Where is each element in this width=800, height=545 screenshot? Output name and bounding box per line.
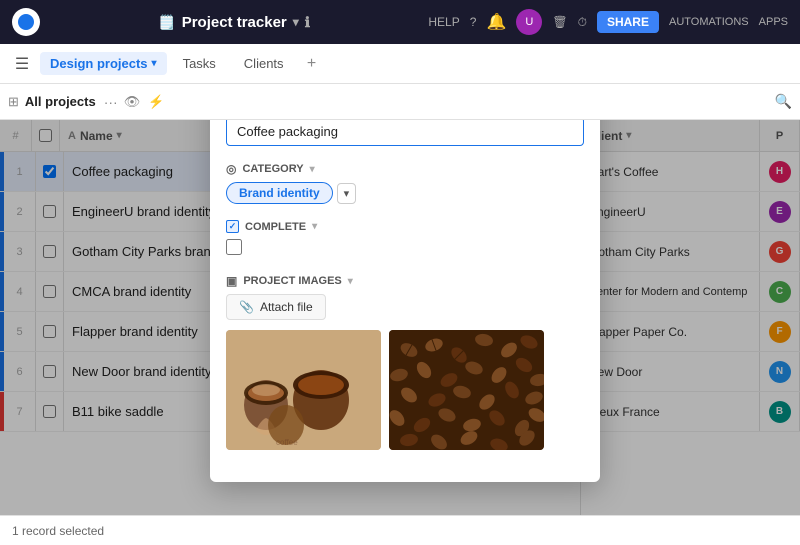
project-images-section: ▣ PROJECT IMAGES ▾ 📎 Attach file <box>226 274 584 450</box>
second-bar: ☰ Design projects ▾ Tasks Clients + <box>0 44 800 84</box>
clock-icon[interactable]: ⏱ <box>578 15 587 30</box>
app-title: Project tracker <box>182 14 287 31</box>
attach-file-button[interactable]: 📎 Attach file <box>226 294 326 320</box>
top-bar-right: HELP ? 🔔 U 🗑 ⏱ SHARE AUTOMATIONS APPS <box>428 9 788 35</box>
coffee-beans-image <box>389 330 544 450</box>
project-images-icon: ▣ <box>226 274 237 288</box>
title-dropdown-icon[interactable]: ▾ <box>293 15 299 29</box>
tab-tasks[interactable]: Tasks <box>171 50 228 77</box>
complete-field-icon: ✓ <box>226 220 239 233</box>
workspace-dropdown-icon: ▾ <box>152 58 157 69</box>
attach-icon: 📎 <box>239 300 254 314</box>
complete-field-section: ✓ COMPLETE ▾ <box>226 220 584 258</box>
project-images-label: ▣ PROJECT IMAGES ▾ <box>226 274 584 288</box>
project-image-1[interactable]: coffee <box>226 330 381 450</box>
user-avatar[interactable]: U <box>516 9 542 35</box>
hamburger-button[interactable]: ☰ <box>8 50 36 78</box>
name-input[interactable] <box>226 120 584 146</box>
tab-clients[interactable]: Clients <box>232 50 296 77</box>
grid-view-icon: ⊞ <box>8 94 19 110</box>
complete-field-label: ✓ COMPLETE ▾ <box>226 220 584 233</box>
category-field-label: ◎ CATEGORY ▾ <box>226 162 584 176</box>
eye-icon[interactable]: 👁 <box>124 94 141 110</box>
top-bar: 🗒️ Project tracker ▾ ℹ HELP ? 🔔 U 🗑 ⏱ SH… <box>0 0 800 44</box>
top-bar-left <box>12 8 40 36</box>
complete-label-text: COMPLETE <box>245 221 306 233</box>
doc-icon: 🗒️ <box>158 14 175 31</box>
complete-checkbox[interactable] <box>226 239 242 255</box>
category-field-section: ◎ CATEGORY ▾ Brand identity ▾ <box>226 162 584 204</box>
bottom-bar: 1 record selected <box>0 515 800 545</box>
third-bar: ⊞ All projects ··· 👁 ⚡ 🔍 <box>0 84 800 120</box>
all-projects-label[interactable]: All projects <box>25 94 96 109</box>
category-dropdown-icon: ▾ <box>310 164 315 175</box>
svg-text:coffee: coffee <box>276 438 298 447</box>
coffee-beans-svg <box>389 330 544 450</box>
category-tag[interactable]: Brand identity <box>226 182 333 204</box>
share-button[interactable]: SHARE <box>597 11 659 33</box>
table-area: # A Name ▾ ● 1 Coffee packaging B <box>0 120 800 515</box>
workspace-label: Design projects <box>50 56 148 71</box>
trash-icon[interactable]: 🗑 <box>552 15 567 29</box>
category-label-text: CATEGORY <box>242 163 303 175</box>
info-icon[interactable]: ℹ <box>305 14 310 31</box>
search-icon[interactable]: 🔍 <box>775 93 792 110</box>
add-tab-button[interactable]: + <box>300 52 324 76</box>
project-images-dropdown: ▾ <box>348 276 353 287</box>
help-label[interactable]: HELP <box>428 15 459 29</box>
category-select: Brand identity ▾ <box>226 182 584 204</box>
coffee-cups-svg: coffee <box>226 330 381 450</box>
modal-body: A NAME ▾ ◎ CATEGORY ▾ Brand identity ▾ <box>210 120 600 482</box>
workspace-button[interactable]: Design projects ▾ <box>40 52 167 75</box>
top-bar-center: 🗒️ Project tracker ▾ ℹ <box>158 14 310 31</box>
category-field-icon: ◎ <box>226 162 236 176</box>
notifications-icon[interactable]: 🔔 <box>486 12 506 32</box>
coffee-cups-image: coffee <box>226 330 381 450</box>
app-logo <box>12 8 40 36</box>
record-modal: ‹ › Coffee packaging ▾ ⊞ ACTIVITY × A NA… <box>210 120 600 482</box>
images-row: coffee <box>226 330 584 450</box>
status-text: 1 record selected <box>12 524 104 538</box>
filter-icon[interactable]: ⚡ <box>148 94 164 110</box>
help-icon[interactable]: ? <box>470 15 477 29</box>
project-images-label-text: PROJECT IMAGES <box>243 275 341 287</box>
automations-label[interactable]: AUTOMATIONS <box>669 16 749 28</box>
project-image-2[interactable] <box>389 330 544 450</box>
complete-dropdown-icon: ▾ <box>312 221 317 232</box>
apps-label[interactable]: APPS <box>759 16 788 28</box>
attach-label: Attach file <box>260 300 313 314</box>
category-dropdown-button[interactable]: ▾ <box>337 183 357 204</box>
options-icon[interactable]: ··· <box>104 94 118 110</box>
name-field-section: A NAME ▾ <box>226 120 584 146</box>
